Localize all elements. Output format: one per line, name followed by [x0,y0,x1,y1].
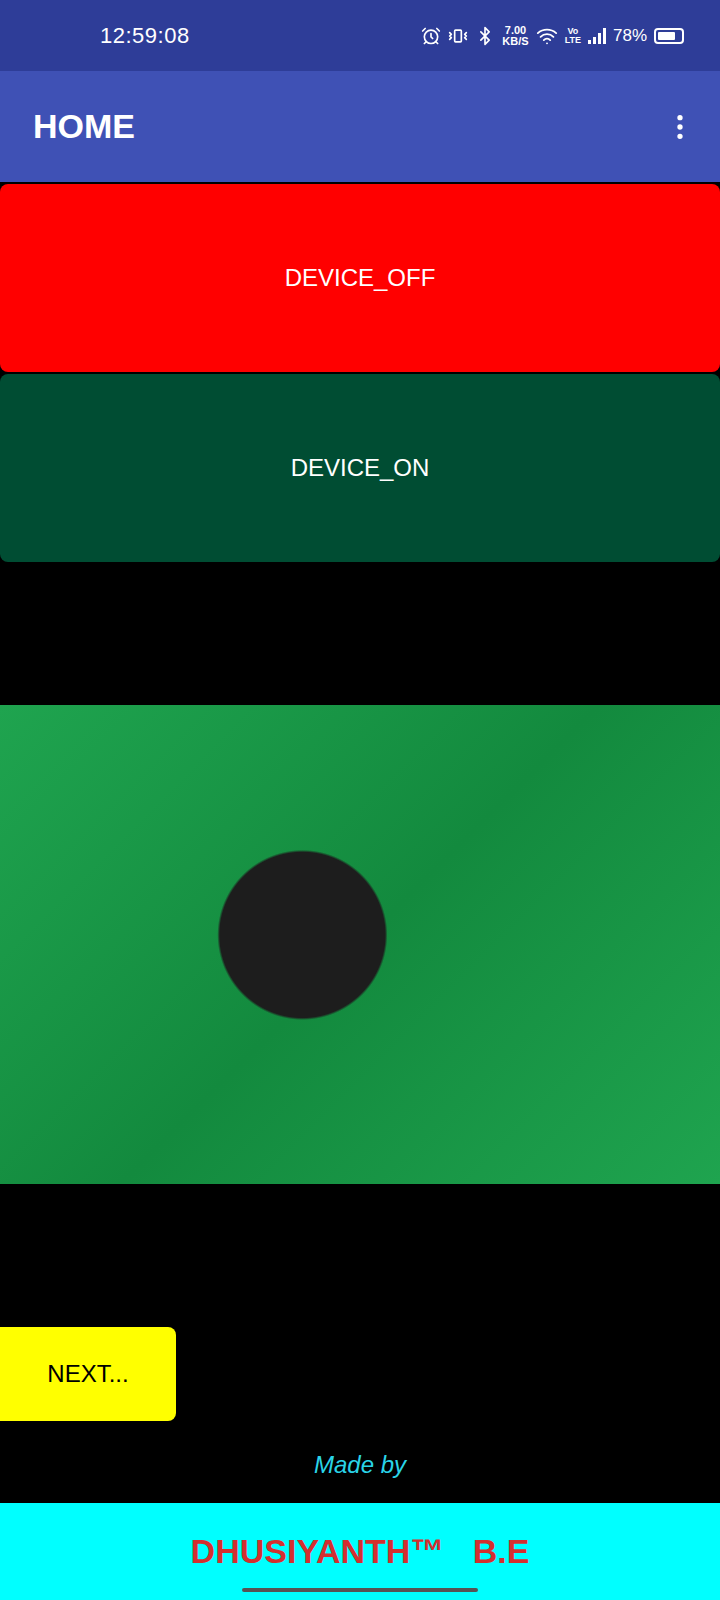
device-buttons: DEVICE_OFFDEVICE_ON [0,182,720,562]
footer: DHUSIYANTH™ B.E [0,1503,720,1600]
screen: 12:59:08 7.00KB/S VoLTE 78% HOME DEVICE_OFFDE… [0,0,720,1600]
battery-percent: 78% [613,26,647,46]
bluetooth-icon [475,26,495,46]
made-by-caption: Made by [0,1421,720,1503]
network-speed: 7.00KB/S [502,25,528,47]
status-icons: 7.00KB/S VoLTE 78% [421,25,684,47]
device-button[interactable]: DEVICE_OFF [0,184,720,372]
alarm-icon [421,26,441,46]
signal-icon [588,28,606,44]
app-title: HOME [33,107,135,146]
home-indicator[interactable] [242,1588,478,1592]
app-bar: HOME [0,71,720,182]
wifi-icon [536,25,558,47]
more-icon [664,111,696,143]
device-button[interactable]: DEVICE_ON [0,374,720,562]
battery-icon [654,28,684,44]
overflow-menu[interactable] [664,111,696,143]
volte-label: VoLTE [565,27,581,45]
author-name: DHUSIYANTH™ B.E [191,1532,530,1571]
circuit-photo [0,705,720,1184]
vibrate-icon [448,26,468,46]
next-button[interactable]: NEXT... [0,1327,176,1421]
clock: 12:59:08 [100,23,190,49]
status-bar: 12:59:08 7.00KB/S VoLTE 78% [0,0,720,71]
